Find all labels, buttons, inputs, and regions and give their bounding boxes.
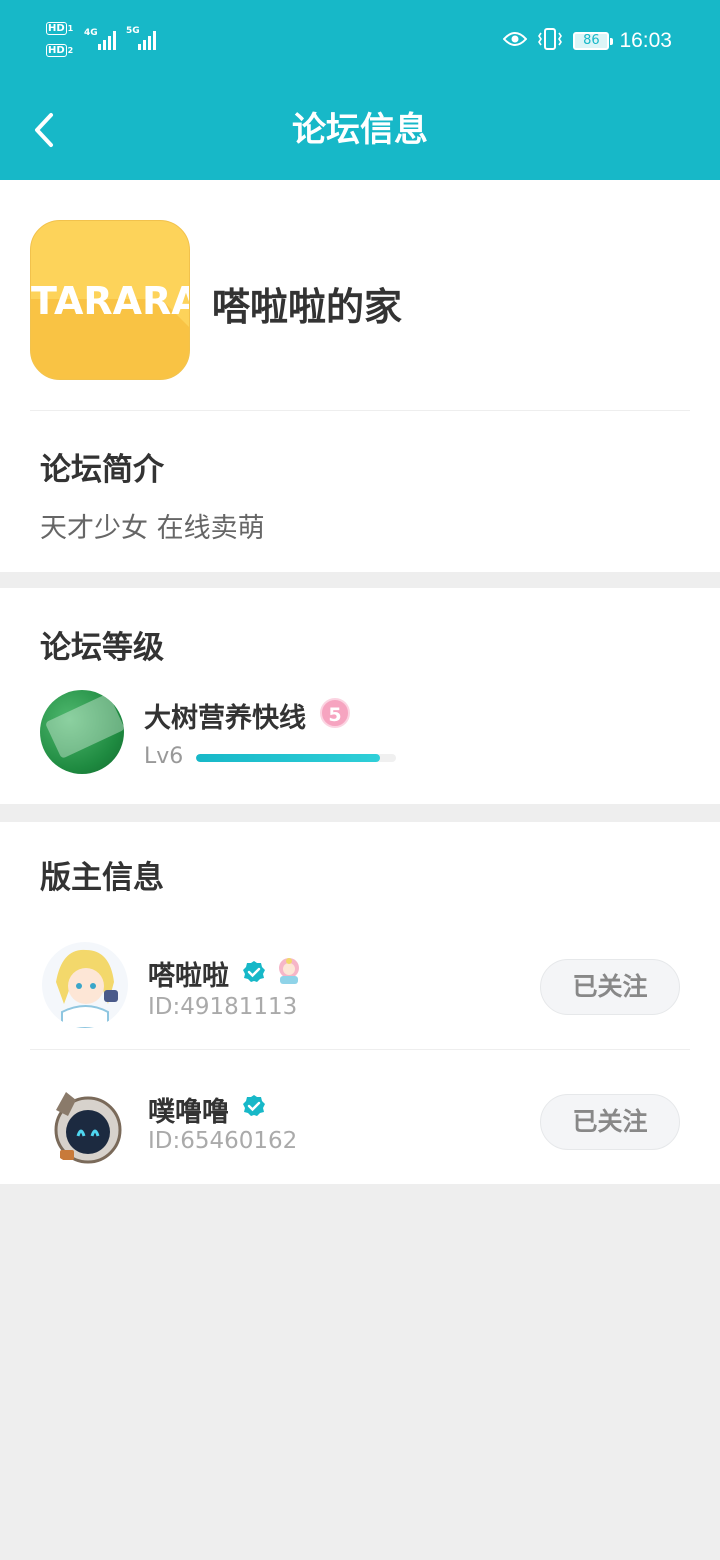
status-right: 86 16:03 xyxy=(503,24,672,58)
level-progress-bar xyxy=(196,754,396,762)
eye-icon xyxy=(503,31,528,51)
chevron-left-icon xyxy=(35,113,53,147)
signal-indicators: HD 1 HD 2 4G 5G xyxy=(46,22,166,62)
forum-logo: TARARA xyxy=(30,220,190,380)
intro-text: 天才少女 在线卖萌 xyxy=(40,513,265,544)
moderator-name[interactable]: 嗒啦啦 xyxy=(148,954,229,993)
verified-icon xyxy=(242,1094,266,1118)
followed-button[interactable]: 已关注 xyxy=(540,1094,680,1150)
forum-level-card: 论坛等级 大树营养快线 5 Lv6 xyxy=(0,588,720,804)
signal1-icon xyxy=(98,30,116,50)
back-button[interactable] xyxy=(22,104,66,156)
vibrate-icon xyxy=(537,27,563,55)
forum-info-card: TARARA 嗒啦啦的家 论坛简介 天才少女 在线卖萌 xyxy=(0,180,720,572)
network1-label: 4G xyxy=(84,28,98,38)
moderator-name[interactable]: 噗噜噜 xyxy=(148,1090,229,1129)
verified-icon xyxy=(242,960,266,984)
sim2-indicator: HD 2 xyxy=(46,44,74,57)
clock: 16:03 xyxy=(619,29,672,52)
divider xyxy=(30,410,690,411)
forum-name: 嗒啦啦的家 xyxy=(212,285,403,329)
moderator-id: ID:65460162 xyxy=(148,1128,298,1154)
intro-title: 论坛简介 xyxy=(40,452,164,488)
medal-icon xyxy=(274,956,304,986)
followed-button[interactable]: 已关注 xyxy=(540,959,680,1015)
logo-text: TARARA xyxy=(31,279,190,323)
page-title: 论坛信息 xyxy=(292,110,428,150)
avatar[interactable] xyxy=(42,942,128,1028)
status-bar: HD 1 HD 2 4G 5G 86 16:03 xyxy=(0,0,720,80)
moderator-row[interactable]: 嗒啦啦 ID:49181113 已关注 xyxy=(0,922,720,1052)
level-label: Lv6 xyxy=(144,744,184,769)
level-name: 大树营养快线 xyxy=(144,703,306,734)
nav-bar: 论坛信息 xyxy=(0,80,720,180)
moderator-row[interactable]: 噗噜噜 ID:65460162 已关注 xyxy=(0,1050,720,1180)
moderator-card: 版主信息 嗒啦啦 ID:49181113 已关注 噗噜噜 ID:65460162… xyxy=(0,822,720,1184)
level-title: 论坛等级 xyxy=(40,630,164,666)
robot-avatar-icon xyxy=(42,1080,128,1166)
moderator-id: ID:49181113 xyxy=(148,994,298,1020)
sim1-indicator: HD 1 xyxy=(46,22,74,35)
level-badge: 5 xyxy=(320,698,350,728)
moderator-title: 版主信息 xyxy=(40,860,164,896)
avatar[interactable] xyxy=(42,1080,128,1166)
level-avatar xyxy=(40,690,124,774)
anime-girl-avatar-icon xyxy=(42,942,128,1028)
battery-icon: 86 xyxy=(573,32,614,50)
signal2-icon xyxy=(138,30,156,50)
level-progress-fill xyxy=(196,754,380,762)
